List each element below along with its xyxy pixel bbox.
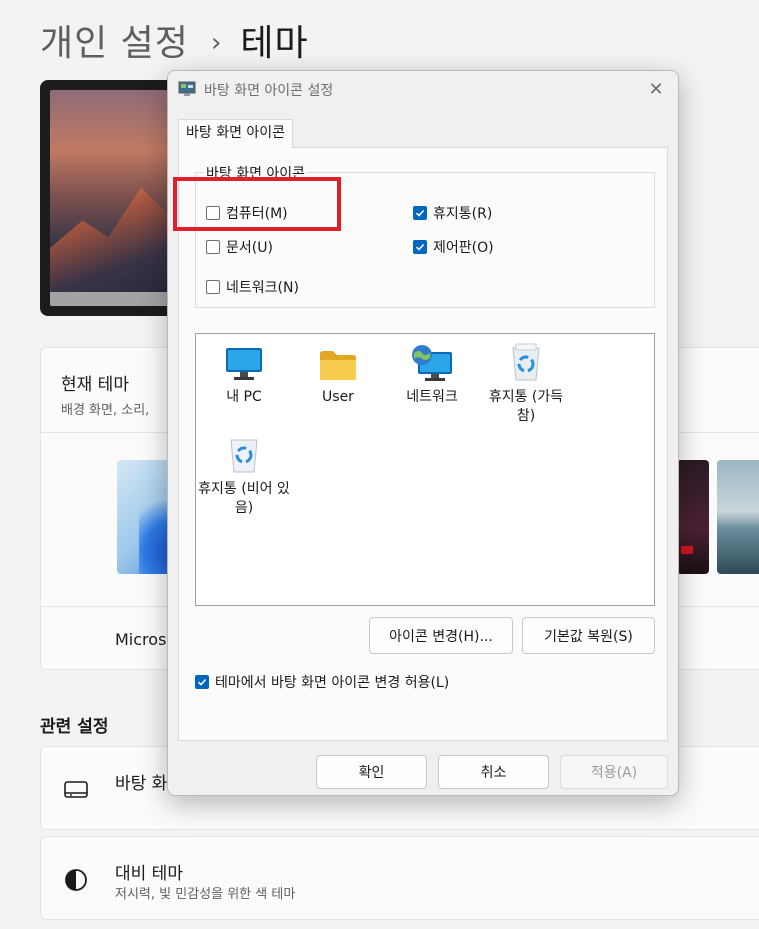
- checkbox-network-label: 네트워크(N): [226, 280, 299, 296]
- checkbox-control-panel[interactable]: 제어판(O): [413, 237, 494, 257]
- recycle-bin-empty-icon: [230, 439, 258, 473]
- desktop-icons-groupbox: 바탕 화면 아이콘 컴퓨터(M) 휴지통(R) 문서(U) 제어판(O) 네트워…: [195, 163, 655, 308]
- checkbox-recycle-bin[interactable]: 휴지통(R): [413, 203, 492, 223]
- checkbox-computer-label: 컴퓨터(M): [226, 206, 288, 222]
- allow-themes-checkbox[interactable]: 테마에서 바탕 화면 아이콘 변경 허용(L): [195, 672, 449, 692]
- dialog-title: 바탕 화면 아이콘 설정: [204, 83, 334, 99]
- checkbox-documents-label: 문서(U): [226, 240, 273, 256]
- icon-item-user-label: User: [322, 389, 354, 405]
- theme-preview-wallpaper: [50, 90, 180, 306]
- restore-default-button[interactable]: 기본값 복원(S): [522, 617, 655, 654]
- desktop-icon-settings-dialog: 바탕 화면 아이콘 설정 ✕ 바탕 화면 아이콘 바탕 화면 아이콘 컴퓨터(M…: [167, 70, 679, 796]
- tab-panel: 바탕 화면 아이콘 컴퓨터(M) 휴지통(R) 문서(U) 제어판(O) 네트워…: [178, 147, 668, 741]
- icon-item-recycle-bin-empty[interactable]: 휴지통 (비어 있음): [198, 434, 290, 518]
- theme-preview-taskbar: [50, 292, 180, 306]
- folder-icon: [320, 351, 356, 380]
- checkbox-recycle-bin-label: 휴지통(R): [433, 206, 493, 222]
- checkbox-control-panel-box[interactable]: [413, 240, 427, 254]
- recycle-bin-full-icon: [512, 343, 540, 381]
- cancel-button[interactable]: 취소: [438, 755, 549, 789]
- contrast-theme-title: 대비 테마: [115, 864, 183, 884]
- dialog-titlebar[interactable]: 바탕 화면 아이콘 설정 ✕: [168, 71, 678, 107]
- checkbox-computer-box[interactable]: [206, 206, 220, 220]
- allow-themes-checkbox-box[interactable]: [195, 675, 209, 689]
- desktop-icon-list[interactable]: 내 PC User 네트워크 휴지통 (가득 참) 휴지통 (비어 있음): [195, 333, 655, 606]
- checkbox-network[interactable]: 네트워크(N): [206, 277, 299, 297]
- apply-button[interactable]: 적용(A): [560, 755, 668, 789]
- icon-item-this-pc-label: 내 PC: [226, 389, 262, 405]
- related-settings-title: 관련 설정: [40, 717, 109, 737]
- icon-item-this-pc[interactable]: 내 PC: [198, 342, 290, 407]
- breadcrumb-parent[interactable]: 개인 설정: [40, 23, 189, 64]
- icon-item-user[interactable]: User: [292, 342, 384, 407]
- checkbox-documents-box[interactable]: [206, 240, 220, 254]
- pc-monitor-icon: [226, 348, 262, 380]
- contrast-icon: [65, 869, 87, 891]
- network-globe-icon: [412, 345, 452, 381]
- theme-thumbnail-glow[interactable]: [677, 460, 709, 574]
- current-theme-subtitle: 배경 화면, 소리,: [61, 403, 150, 418]
- current-theme-title: 현재 테마: [61, 375, 129, 395]
- ok-button[interactable]: 확인: [316, 755, 427, 789]
- theme-store-label[interactable]: Micros: [115, 630, 166, 649]
- breadcrumb-separator: ›: [210, 28, 223, 58]
- desktop-app-icon: [178, 81, 196, 96]
- page-title: 개인 설정 › 테마: [40, 14, 309, 66]
- checkbox-computer[interactable]: 컴퓨터(M): [206, 203, 288, 223]
- breadcrumb-current: 테마: [240, 23, 309, 64]
- allow-themes-label: 테마에서 바탕 화면 아이콘 변경 허용(L): [215, 675, 450, 691]
- tab-desktop-icons[interactable]: 바탕 화면 아이콘: [178, 119, 294, 148]
- checkbox-recycle-bin-box[interactable]: [413, 206, 427, 220]
- icon-item-recycle-bin-empty-label: 휴지통 (비어 있음): [198, 481, 290, 516]
- close-icon[interactable]: ✕: [642, 77, 670, 101]
- checkbox-network-box[interactable]: [206, 280, 220, 294]
- contrast-theme-subtitle: 저시력, 빛 민감성을 위한 색 테마: [115, 887, 296, 902]
- icon-item-network[interactable]: 네트워크: [386, 342, 478, 407]
- icon-item-recycle-bin-full-label: 휴지통 (가득 참): [488, 389, 564, 424]
- checkbox-control-panel-label: 제어판(O): [433, 240, 494, 256]
- change-icon-button[interactable]: 아이콘 변경(H)...: [369, 617, 513, 654]
- icon-item-network-label: 네트워크: [406, 389, 458, 405]
- icon-item-recycle-bin-full[interactable]: 휴지통 (가득 참): [480, 342, 572, 426]
- groupbox-legend: 바탕 화면 아이콘: [204, 163, 308, 183]
- checkbox-documents[interactable]: 문서(U): [206, 237, 273, 257]
- contrast-theme-row[interactable]: 대비 테마 저시력, 빛 민감성을 위한 색 테마: [40, 836, 759, 920]
- monitor-icon: [64, 781, 88, 798]
- theme-thumbnail-lake[interactable]: [717, 460, 759, 574]
